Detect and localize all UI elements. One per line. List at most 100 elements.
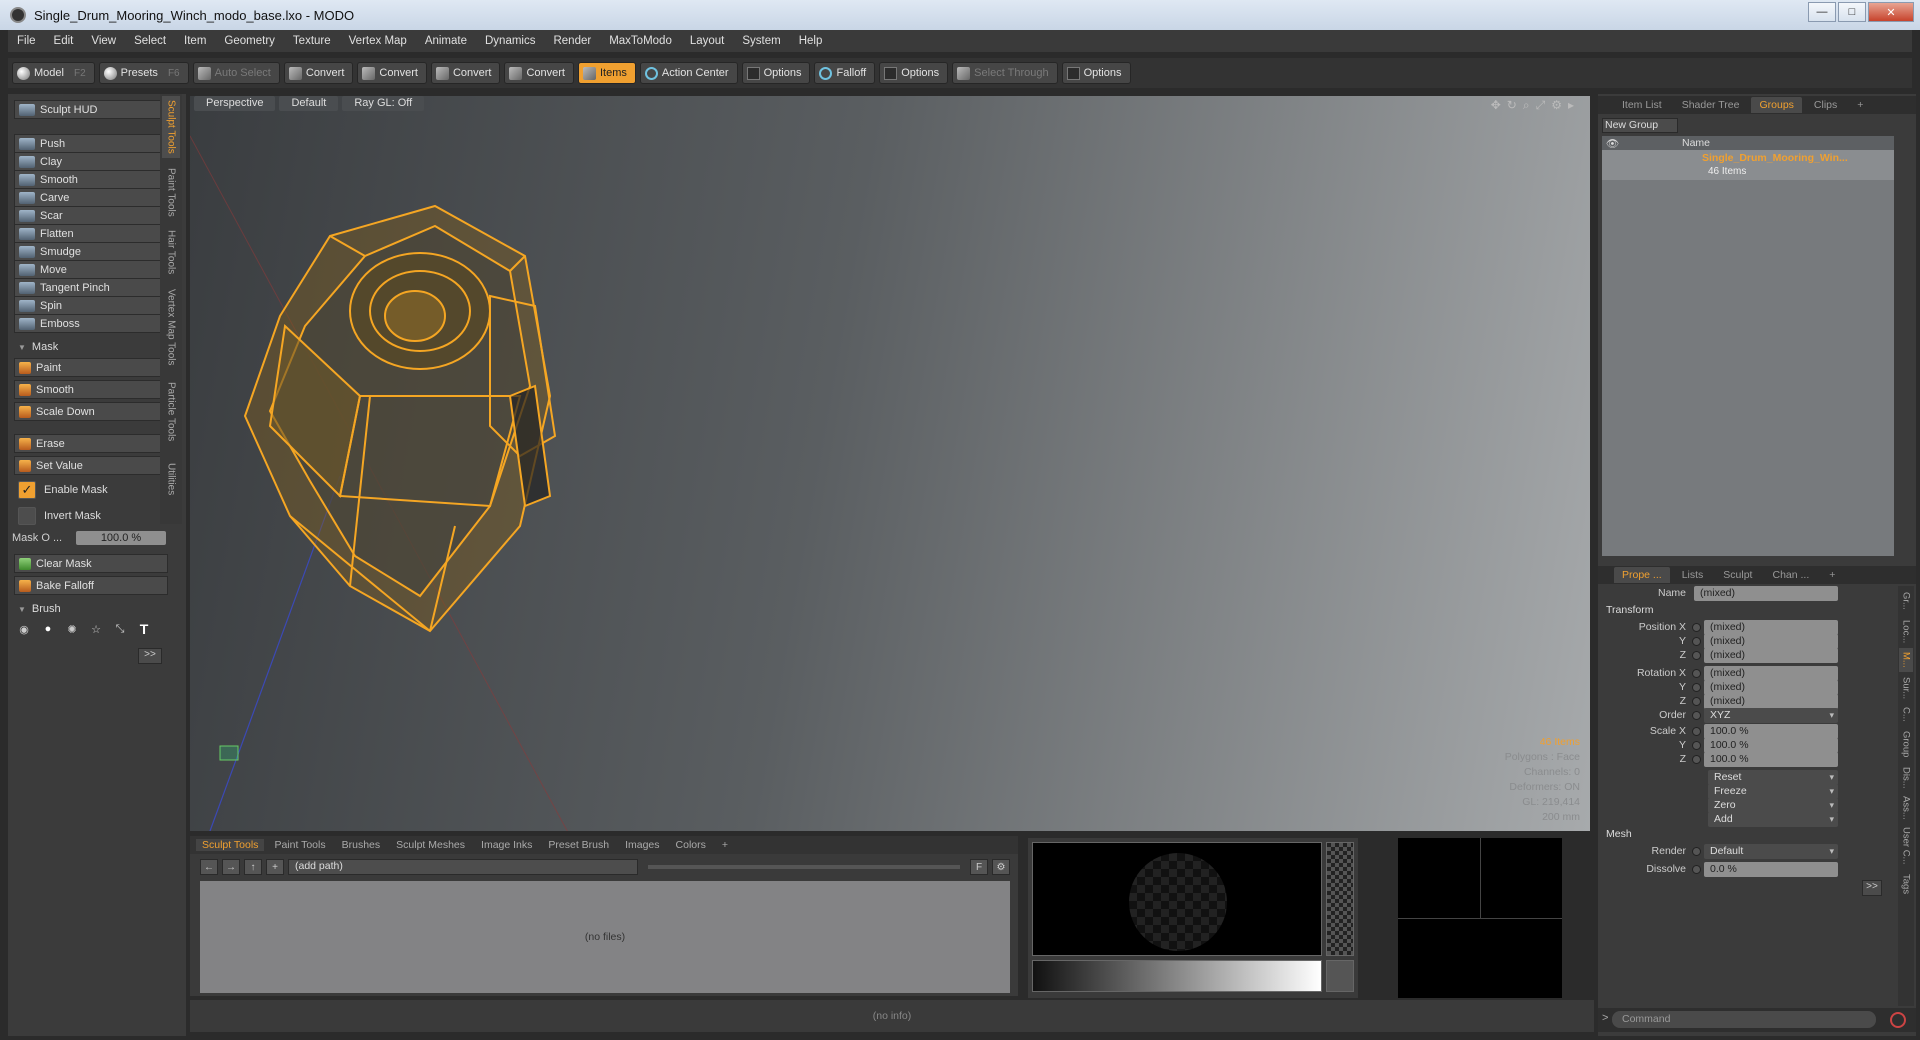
tab-vertex-map-tools[interactable]: Vertex Map Tools — [162, 284, 180, 370]
add-path-icon[interactable]: + — [266, 859, 284, 875]
vtab-c[interactable]: C... — [1899, 704, 1913, 724]
menu-help[interactable]: Help — [790, 35, 832, 47]
mask-paint-button[interactable]: Paint — [14, 358, 168, 377]
tool-push-button[interactable]: Push — [14, 134, 168, 153]
tool-clay-button[interactable]: Clay — [14, 152, 168, 171]
tool-tangent-pinch-button[interactable]: Tangent Pinch — [14, 278, 168, 297]
vtab-ass[interactable]: Ass... — [1899, 794, 1913, 822]
tab-utilities[interactable]: Utilities — [162, 454, 180, 504]
action-center-options-button[interactable]: Options — [741, 62, 811, 84]
position-y-field[interactable]: (mixed) — [1704, 634, 1838, 649]
keyframe-dot-icon[interactable] — [1692, 755, 1701, 764]
back-arrow-icon[interactable]: ← — [200, 859, 218, 875]
vtab-dis[interactable]: Dis... — [1899, 764, 1913, 792]
maximize-button[interactable]: □ — [1838, 2, 1866, 22]
tool-emboss-button[interactable]: Emboss — [14, 314, 168, 333]
tool-smooth-button[interactable]: Smooth — [14, 170, 168, 189]
rotation-z-field[interactable]: (mixed) — [1704, 694, 1838, 709]
keyframe-dot-icon[interactable] — [1692, 623, 1701, 632]
vtab-loc[interactable]: Loc... — [1899, 618, 1913, 646]
convert-polygons-button[interactable]: Convert — [430, 62, 501, 84]
keyframe-dot-icon[interactable] — [1692, 847, 1701, 856]
mask-set-value-button[interactable]: Set Value — [14, 456, 168, 475]
star-brush-icon[interactable]: ☆ — [86, 620, 106, 638]
tab-browser-brushes[interactable]: Brushes — [336, 839, 387, 851]
zero-dropdown[interactable]: Zero — [1708, 798, 1838, 813]
mask-opacity-field[interactable]: 100.0 % — [76, 531, 166, 545]
position-x-field[interactable]: (mixed) — [1704, 620, 1838, 635]
name-field[interactable]: (mixed) — [1694, 586, 1838, 601]
menu-edit[interactable]: Edit — [45, 35, 83, 47]
gradient-swatch[interactable] — [1326, 960, 1354, 992]
tab-browser-sculpt-tools[interactable]: Sculpt Tools — [196, 839, 265, 851]
bake-falloff-button[interactable]: Bake Falloff — [14, 576, 168, 595]
action-center-button[interactable]: Action Center — [639, 62, 738, 84]
tab-browser-sculpt-meshes[interactable]: Sculpt Meshes — [390, 839, 471, 851]
filter-icon[interactable]: F — [970, 859, 988, 875]
keyframe-dot-icon[interactable] — [1692, 651, 1701, 660]
close-button[interactable]: ✕ — [1868, 2, 1914, 22]
tab-channels[interactable]: Chan ... — [1764, 567, 1817, 583]
render-dropdown[interactable]: Default — [1704, 844, 1838, 859]
tool-scar-button[interactable]: Scar — [14, 206, 168, 225]
mesh-section[interactable]: Mesh — [1606, 828, 1632, 840]
up-folder-icon[interactable]: ↑ — [244, 859, 262, 875]
tab-item-list[interactable]: Item List — [1614, 97, 1670, 113]
3d-viewport[interactable]: Perspective Default Ray GL: Off ✥ ↻ ⌕ ⤢ … — [190, 96, 1590, 831]
keyframe-dot-icon[interactable] — [1692, 697, 1701, 706]
menu-texture[interactable]: Texture — [284, 35, 340, 47]
freeze-dropdown[interactable]: Freeze — [1708, 784, 1838, 799]
tab-sculpt-tools[interactable]: Sculpt Tools — [162, 96, 180, 158]
keyframe-dot-icon[interactable] — [1692, 865, 1701, 874]
menu-select[interactable]: Select — [125, 35, 175, 47]
group-row[interactable]: Single_Drum_Mooring_Win... 46 Items — [1602, 150, 1894, 180]
keyframe-dot-icon[interactable] — [1692, 683, 1701, 692]
splat-brush-icon[interactable]: ✺ — [62, 620, 82, 638]
soft-brush-icon[interactable]: ◉ — [14, 620, 34, 638]
add-tab-button[interactable]: + — [716, 839, 734, 851]
scale-z-field[interactable]: 100.0 % — [1704, 752, 1838, 767]
menu-geometry[interactable]: Geometry — [215, 35, 284, 47]
rotation-y-field[interactable]: (mixed) — [1704, 680, 1838, 695]
tool-spin-button[interactable]: Spin — [14, 296, 168, 315]
tab-sculpt[interactable]: Sculpt — [1715, 567, 1760, 583]
falloff-button[interactable]: Falloff — [814, 62, 876, 84]
new-group-button[interactable]: New Group — [1602, 118, 1678, 133]
clear-mask-button[interactable]: Clear Mask — [14, 554, 168, 573]
invert-mask-checkbox[interactable]: Invert Mask — [14, 506, 168, 526]
menu-system[interactable]: System — [733, 35, 789, 47]
tab-paint-tools[interactable]: Paint Tools — [162, 164, 180, 220]
command-input[interactable]: Command — [1612, 1011, 1876, 1028]
sculpt-hud-button[interactable]: Sculpt HUD — [14, 100, 168, 119]
menu-maxtomodo[interactable]: MaxToModo — [600, 35, 681, 47]
tool-smudge-button[interactable]: Smudge — [14, 242, 168, 261]
tab-groups[interactable]: Groups — [1751, 97, 1802, 113]
position-z-field[interactable]: (mixed) — [1704, 648, 1838, 663]
keyframe-dot-icon[interactable] — [1692, 669, 1701, 678]
vtab-gr[interactable]: Gr... — [1899, 586, 1913, 616]
mask-scale-down-button[interactable]: Scale Down — [14, 402, 168, 421]
tool-flatten-button[interactable]: Flatten — [14, 224, 168, 243]
forward-arrow-icon[interactable]: → — [222, 859, 240, 875]
rotation-x-field[interactable]: (mixed) — [1704, 666, 1838, 681]
vtab-group[interactable]: Group — [1899, 726, 1913, 762]
vtab-user-channels[interactable]: User C... — [1899, 824, 1913, 868]
enable-mask-checkbox[interactable]: ✓ Enable Mask — [14, 480, 168, 500]
thumbnail-size-slider[interactable] — [648, 865, 960, 869]
items-mode-button[interactable]: Items — [578, 62, 636, 84]
menu-layout[interactable]: Layout — [681, 35, 734, 47]
tab-browser-paint-tools[interactable]: Paint Tools — [268, 839, 331, 851]
tab-properties[interactable]: Prope ... — [1614, 567, 1670, 583]
menu-render[interactable]: Render — [544, 35, 600, 47]
more-brushes-button[interactable]: >> — [138, 648, 162, 664]
browser-settings-icon[interactable]: ⚙ — [992, 859, 1010, 875]
falloff-options-button[interactable]: Options — [879, 62, 949, 84]
keyframe-dot-icon[interactable] — [1692, 727, 1701, 736]
tab-clips[interactable]: Clips — [1806, 97, 1845, 113]
tab-browser-preset-brush[interactable]: Preset Brush — [542, 839, 615, 851]
vtab-sur[interactable]: Sur... — [1899, 674, 1913, 702]
vtab-tags[interactable]: Tags — [1899, 870, 1913, 898]
record-macro-icon[interactable] — [1890, 1012, 1906, 1028]
tab-shader-tree[interactable]: Shader Tree — [1674, 97, 1748, 113]
hard-brush-icon[interactable]: ● — [38, 620, 58, 638]
